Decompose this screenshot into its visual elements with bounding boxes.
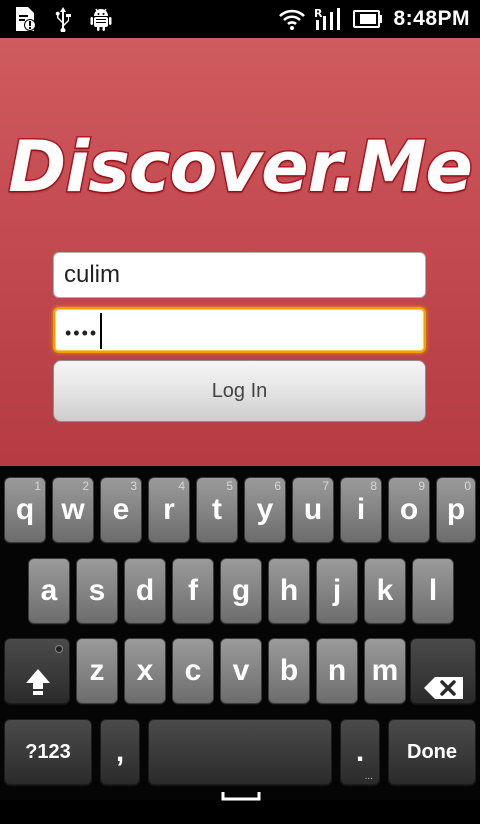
shift-arrow-icon xyxy=(24,656,52,695)
soft-keyboard: 1q 2w 3e 4r 5t 6y 7u 8i 9o 0p a s d f g … xyxy=(0,466,480,801)
username-field[interactable]: culim xyxy=(53,252,426,298)
text-cursor xyxy=(100,313,103,349)
login-screen: Discover.Me culim •••• Log In xyxy=(0,38,480,466)
key-label: p xyxy=(446,493,466,526)
more-punctuation-indicator: ... xyxy=(364,771,373,782)
sd-card-warning-icon xyxy=(12,6,38,32)
period-key[interactable]: . ... xyxy=(340,719,380,785)
shift-lock-indicator xyxy=(55,645,63,653)
key-i[interactable]: 8i xyxy=(340,477,382,543)
key-x[interactable]: x xyxy=(124,638,166,704)
key-label: t xyxy=(212,493,222,526)
key-label: r xyxy=(163,493,175,526)
username-value: culim xyxy=(64,261,121,288)
key-hint: 2 xyxy=(82,479,89,493)
key-hint: 4 xyxy=(178,479,185,493)
login-button[interactable]: Log In xyxy=(53,360,426,422)
key-label: u xyxy=(303,493,323,526)
android-debug-icon xyxy=(88,6,114,32)
key-r[interactable]: 4r xyxy=(148,477,190,543)
key-label: e xyxy=(112,493,130,526)
key-p[interactable]: 0p xyxy=(436,477,476,543)
key-o[interactable]: 9o xyxy=(388,477,430,543)
key-hint: 7 xyxy=(322,479,329,493)
backspace-icon xyxy=(423,659,465,699)
key-label: , xyxy=(115,735,125,768)
key-q[interactable]: 1q xyxy=(4,477,46,543)
key-hint: 5 xyxy=(226,479,233,493)
svg-text:R: R xyxy=(314,7,323,20)
key-n[interactable]: n xyxy=(316,638,358,704)
key-f[interactable]: f xyxy=(172,558,214,624)
password-field[interactable]: •••• xyxy=(53,307,426,353)
key-label: o xyxy=(399,493,419,526)
key-label: q xyxy=(15,493,35,526)
key-hint: 1 xyxy=(34,479,41,493)
key-l[interactable]: l xyxy=(412,558,454,624)
key-y[interactable]: 6y xyxy=(244,477,286,543)
status-bar: R 8:48PM xyxy=(0,0,480,38)
key-label: . xyxy=(355,735,365,768)
done-key[interactable]: Done xyxy=(388,719,476,785)
key-a[interactable]: a xyxy=(28,558,70,624)
wifi-icon xyxy=(278,6,306,32)
key-label: w xyxy=(61,493,85,526)
key-v[interactable]: v xyxy=(220,638,262,704)
key-g[interactable]: g xyxy=(220,558,262,624)
password-mask: •••• xyxy=(65,323,99,343)
space-bar-icon xyxy=(221,760,261,801)
key-hint: 0 xyxy=(464,479,471,493)
comma-key[interactable]: , xyxy=(100,719,140,785)
key-d[interactable]: d xyxy=(124,558,166,624)
key-w[interactable]: 2w xyxy=(52,477,94,543)
shift-key[interactable] xyxy=(4,638,70,704)
key-e[interactable]: 3e xyxy=(100,477,142,543)
key-j[interactable]: j xyxy=(316,558,358,624)
key-m[interactable]: m xyxy=(364,638,406,704)
delete-key[interactable] xyxy=(410,638,476,704)
key-k[interactable]: k xyxy=(364,558,406,624)
roaming-signal-icon: R xyxy=(313,6,345,32)
key-h[interactable]: h xyxy=(268,558,310,624)
key-s[interactable]: s xyxy=(76,558,118,624)
key-t[interactable]: 5t xyxy=(196,477,238,543)
key-hint: 3 xyxy=(130,479,137,493)
app-logo: Discover.Me xyxy=(7,125,475,210)
clock-time: 8:48PM xyxy=(393,7,470,30)
key-u[interactable]: 7u xyxy=(292,477,334,543)
key-b[interactable]: b xyxy=(268,638,310,704)
battery-icon xyxy=(352,6,384,32)
symbols-key[interactable]: ?123 xyxy=(4,719,92,785)
key-hint: 9 xyxy=(418,479,425,493)
key-z[interactable]: z xyxy=(76,638,118,704)
space-key[interactable] xyxy=(148,719,332,801)
key-hint: 6 xyxy=(274,479,281,493)
key-c[interactable]: c xyxy=(172,638,214,704)
key-hint: 8 xyxy=(370,479,377,493)
usb-icon xyxy=(52,6,74,32)
key-label: i xyxy=(356,493,366,526)
key-label: y xyxy=(256,493,274,526)
